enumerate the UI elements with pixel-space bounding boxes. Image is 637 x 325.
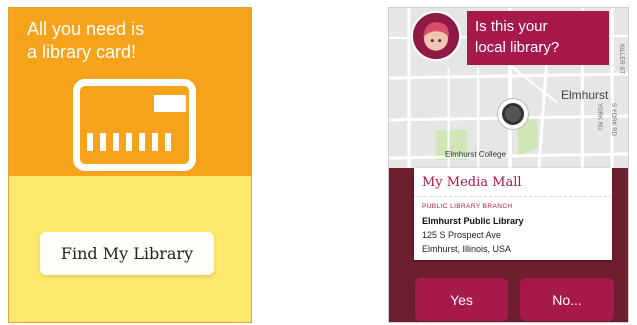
headline: All you need is a library card! bbox=[27, 18, 227, 64]
card-chip bbox=[154, 95, 186, 112]
location-pin-icon[interactable] bbox=[497, 98, 529, 130]
street-label: YORK RD bbox=[596, 103, 602, 131]
street-label: S YORK RD bbox=[610, 103, 616, 136]
street-label: KILLER ST bbox=[618, 44, 624, 75]
library-confirm-panel: Elmhurst Elmhurst College YORK RD S YORK… bbox=[388, 7, 629, 323]
prompt-line-1: Is this your bbox=[475, 18, 548, 35]
map-college-label: Elmhurst College bbox=[445, 150, 506, 159]
headline-line-2: a library card! bbox=[27, 42, 137, 62]
library-title: My Media Mall bbox=[422, 175, 522, 190]
find-my-library-button[interactable]: Find My Library bbox=[40, 232, 214, 275]
no-button[interactable]: No... bbox=[520, 278, 614, 321]
library-type: PUBLIC LIBRARY BRANCH bbox=[422, 203, 513, 210]
map-city-label: Elmhurst bbox=[561, 88, 609, 102]
yes-button[interactable]: Yes bbox=[415, 278, 508, 321]
headline-line-1: All you need is bbox=[27, 19, 145, 39]
library-card-panel: All you need is a library card! Find My … bbox=[8, 7, 252, 323]
avatar bbox=[411, 11, 461, 61]
library-city: Elmhurst, Illinois, USA bbox=[422, 244, 512, 254]
prompt-bubble: Is this your local library? bbox=[467, 11, 609, 65]
library-address: 125 S Prospect Ave bbox=[422, 230, 501, 240]
divider bbox=[414, 196, 612, 197]
prompt-line-2: local library? bbox=[475, 39, 560, 56]
card-stripes bbox=[87, 133, 171, 151]
library-info-card: My Media Mall PUBLIC LIBRARY BRANCH Elmh… bbox=[414, 168, 612, 260]
library-name: Elmhurst Public Library bbox=[422, 216, 524, 226]
library-card-icon bbox=[73, 79, 196, 171]
